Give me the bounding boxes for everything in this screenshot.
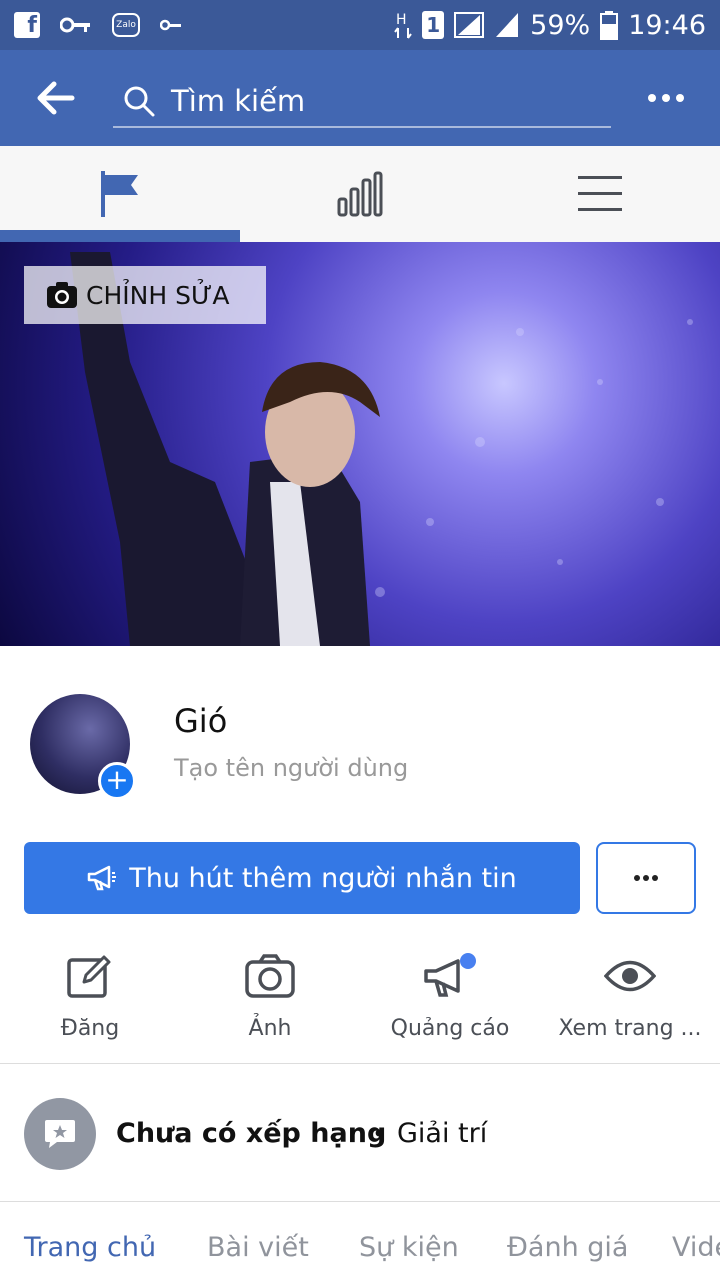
tab-posts[interactable]: Bài viết <box>207 1232 309 1263</box>
zalo-label: Zalo <box>116 20 136 30</box>
tab-events[interactable]: Sự kiện <box>359 1232 459 1263</box>
rating-status: Chưa có xếp hạng <box>116 1118 387 1149</box>
status-bar: f Zalo H 1 59% 19:46 <box>0 0 720 50</box>
active-tab-indicator <box>0 230 240 242</box>
promote-messages-button[interactable]: Thu hút thêm người nhắn tin <box>24 842 580 914</box>
ads-label: Quảng cáo <box>390 1016 510 1041</box>
photo-action[interactable]: Ảnh <box>180 946 360 1063</box>
key-icon <box>60 17 90 33</box>
create-username-link[interactable]: Tạo tên người dùng <box>174 754 408 782</box>
tab-home[interactable]: Trang chủ <box>24 1232 156 1263</box>
page-category[interactable]: Giải trí <box>397 1118 487 1149</box>
profile-section: + Gió Tạo tên người dùng Thu hút thêm ng… <box>0 646 720 1064</box>
zalo-icon: Zalo <box>112 13 140 37</box>
tab-insights[interactable] <box>240 146 480 242</box>
action-row: Đăng Ảnh Quảng cáo Xem trang ... <box>0 946 720 1064</box>
sim-label: 1 <box>426 13 441 37</box>
battery-icon <box>600 11 619 40</box>
cover-photo[interactable]: CHỈNH SỬA <box>0 242 720 646</box>
network-h-icon: H <box>394 12 412 39</box>
more-icon <box>634 875 658 881</box>
signal-icon <box>454 12 485 38</box>
more-icon[interactable] <box>646 90 686 106</box>
camera-icon <box>47 282 77 308</box>
edit-cover-button[interactable]: CHỈNH SỬA <box>24 266 266 324</box>
more-options-button[interactable] <box>596 842 696 914</box>
back-arrow-icon[interactable] <box>36 80 76 116</box>
search-bar[interactable]: Tìm kiếm <box>113 76 611 128</box>
network-label: H <box>396 12 407 28</box>
section-tabs: Trang chủ Bài viết Sự kiện Đánh giá Vide… <box>0 1202 720 1280</box>
app-bar: Tìm kiếm <box>0 50 720 146</box>
tab-page[interactable] <box>0 146 240 242</box>
rating-row[interactable]: Chưa có xếp hạng • Giải trí <box>0 1064 720 1202</box>
edit-icon <box>67 955 111 998</box>
search-icon <box>124 86 155 117</box>
camera-icon <box>245 954 295 998</box>
tab-reviews[interactable]: Đánh giá <box>507 1232 628 1263</box>
battery-percent: 59% <box>530 9 591 41</box>
megaphone-icon <box>87 865 117 891</box>
key-small-icon <box>160 19 181 31</box>
search-input[interactable]: Tìm kiếm <box>171 84 305 118</box>
separator-dot: • <box>372 1120 387 1148</box>
page-name: Gió <box>174 702 228 740</box>
add-photo-icon[interactable]: + <box>98 762 136 800</box>
view-page-label: Xem trang ... <box>558 1016 702 1041</box>
promote-messages-label: Thu hút thêm người nhắn tin <box>129 862 517 894</box>
eye-icon <box>604 960 656 992</box>
clock: 19:46 <box>628 9 706 41</box>
megaphone-icon <box>424 953 476 997</box>
view-page-action[interactable]: Xem trang ... <box>540 946 720 1063</box>
photo-label: Ảnh <box>248 1016 292 1041</box>
tab-menu[interactable] <box>480 146 720 242</box>
tab-video[interactable]: Video <box>672 1232 720 1263</box>
star-bubble-icon <box>24 1098 96 1170</box>
page-tabs <box>0 146 720 242</box>
sim1-icon: 1 <box>422 11 445 39</box>
flag-icon <box>101 171 138 217</box>
post-label: Đăng <box>60 1016 120 1041</box>
bar-chart-icon <box>337 171 383 217</box>
ads-action[interactable]: Quảng cáo <box>360 946 540 1063</box>
hamburger-icon <box>578 176 622 211</box>
facebook-icon: f <box>14 12 40 38</box>
signal-icon-2 <box>496 13 519 37</box>
edit-cover-label: CHỈNH SỬA <box>86 280 230 310</box>
post-action[interactable]: Đăng <box>0 946 180 1063</box>
